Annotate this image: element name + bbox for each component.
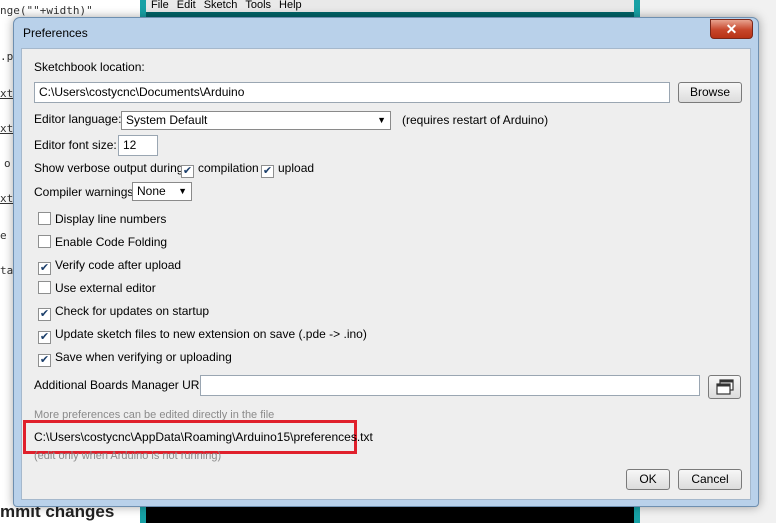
option-checkbox[interactable]: ✔ Save when verifying or uploading	[38, 349, 232, 367]
checkbox-icon	[38, 235, 51, 248]
close-button[interactable]: ✕	[710, 19, 753, 39]
font-size-input[interactable]: 12	[118, 135, 158, 156]
upload-checkbox[interactable]: ✔ upload	[261, 160, 314, 178]
editor-language-value: System Default	[126, 113, 208, 127]
option-checkbox[interactable]: ✔ Verify code after upload	[38, 257, 181, 275]
checkbox-icon	[38, 281, 51, 294]
language-restart-note: (requires restart of Arduino)	[402, 113, 549, 127]
checkmark-icon: ✔	[38, 262, 51, 275]
chevron-down-icon: ▼	[377, 115, 386, 125]
edit-only-note: (edit only when Arduino is not running)	[34, 450, 222, 462]
close-icon: ✕	[725, 21, 738, 37]
checkmark-icon: ✔	[38, 331, 51, 344]
preferences-dialog: Preferences ✕ Sketchbook location: C:\Us…	[13, 17, 759, 507]
option-checkbox[interactable]: Display line numbers	[38, 211, 166, 227]
browse-button[interactable]: Browse	[678, 82, 742, 103]
boards-urls-input[interactable]	[200, 375, 700, 396]
option-label: Update sketch files to new extension on …	[55, 327, 367, 341]
ide-menubar: File Edit Sketch Tools Help	[146, 0, 634, 12]
compiler-warnings-value: None	[137, 184, 166, 198]
editor-language-label: Editor language:	[34, 112, 122, 126]
sketchbook-label: Sketchbook location:	[34, 60, 145, 74]
verbose-output-label: Show verbose output during:	[34, 161, 187, 175]
option-checkbox[interactable]: ✔ Update sketch files to new extension on…	[38, 326, 367, 344]
menu-help[interactable]: Help	[279, 0, 302, 12]
compilation-checkbox[interactable]: ✔ compilation	[181, 160, 259, 178]
window-copy-icon	[715, 379, 734, 395]
sketchbook-location-input[interactable]: C:\Users\costycnc\Documents\Arduino	[34, 82, 670, 103]
menu-tools[interactable]: Tools	[245, 0, 271, 12]
checkmark-icon: ✔	[261, 165, 274, 178]
menu-file[interactable]: File	[151, 0, 169, 12]
dialog-title: Preferences	[23, 26, 88, 40]
editor-language-select[interactable]: System Default ▼	[121, 111, 391, 130]
compilation-label: compilation	[198, 161, 259, 175]
code-fragment: xt	[0, 192, 14, 205]
option-label: Verify code after upload	[55, 258, 182, 272]
code-fragment: xt	[0, 122, 14, 135]
checkmark-icon: ✔	[181, 165, 194, 178]
checkmark-icon: ✔	[38, 354, 51, 367]
ok-button[interactable]: OK	[626, 469, 670, 490]
option-label: Display line numbers	[55, 212, 167, 226]
dialog-content: Sketchbook location: C:\Users\costycnc\D…	[21, 48, 751, 500]
preferences-file-path[interactable]: C:\Users\costycnc\AppData\Roaming\Arduin…	[34, 429, 373, 445]
checkmark-icon: ✔	[38, 308, 51, 321]
code-fragment: xt	[0, 87, 14, 100]
boards-urls-label: Additional Boards Manager URLs:	[34, 378, 216, 392]
menu-edit[interactable]: Edit	[177, 0, 196, 12]
menu-sketch[interactable]: Sketch	[204, 0, 238, 12]
cancel-button[interactable]: Cancel	[678, 469, 742, 490]
option-checkbox[interactable]: Use external editor	[38, 280, 156, 296]
option-label: Check for updates on startup	[55, 304, 210, 318]
checkbox-icon	[38, 212, 51, 225]
dialog-titlebar[interactable]: Preferences ✕	[14, 18, 758, 48]
chevron-down-icon: ▼	[178, 186, 187, 196]
code-fragment: ta	[0, 264, 14, 277]
boards-urls-edit-button[interactable]	[708, 375, 741, 399]
code-fragment: e	[0, 229, 7, 242]
code-fragment: nge(""+width)"	[0, 4, 93, 17]
compiler-warnings-label: Compiler warnings:	[34, 185, 137, 199]
option-label: Use external editor	[55, 281, 156, 295]
option-label: Save when verifying or uploading	[55, 350, 232, 364]
compiler-warnings-select[interactable]: None ▼	[132, 182, 192, 201]
option-checkbox[interactable]: Enable Code Folding	[38, 234, 167, 250]
option-label: Enable Code Folding	[55, 235, 168, 249]
font-size-label: Editor font size:	[34, 138, 117, 152]
code-fragment: o	[4, 157, 11, 170]
upload-label: upload	[278, 161, 315, 175]
option-checkbox[interactable]: ✔ Check for updates on startup	[38, 303, 209, 321]
